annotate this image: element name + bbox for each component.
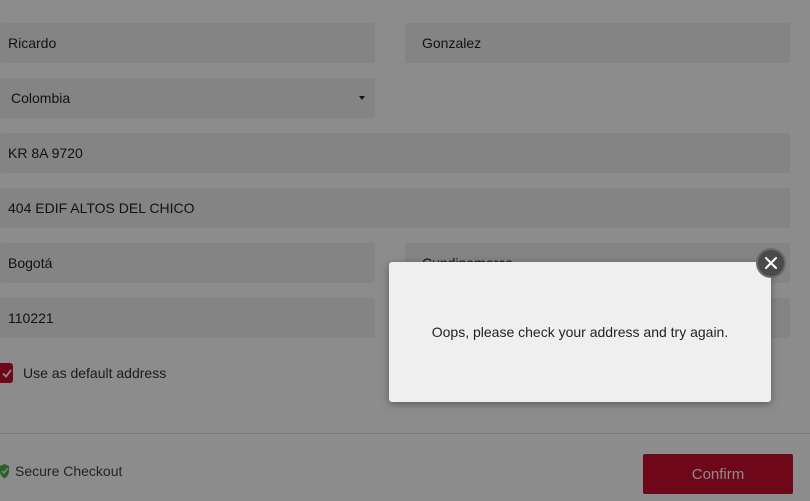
checkout-address-page: Ricardo Gonzalez Colombia KR 8A 9720 404… — [0, 0, 810, 501]
close-icon — [765, 257, 777, 269]
error-modal: Oops, please check your address and try … — [389, 262, 771, 402]
error-message: Oops, please check your address and try … — [431, 324, 729, 340]
modal-overlay[interactable] — [0, 0, 810, 501]
modal-close-button[interactable] — [756, 248, 786, 278]
